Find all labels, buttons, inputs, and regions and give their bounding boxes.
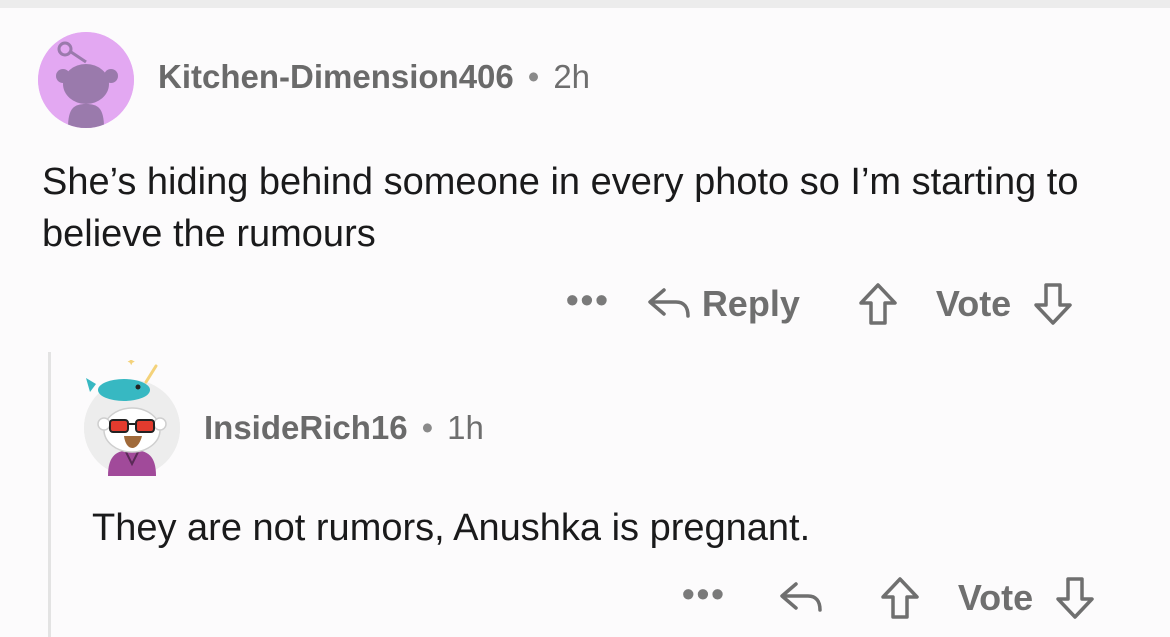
comment-time: 2h — [553, 58, 591, 95]
user-avatar[interactable] — [84, 360, 180, 476]
snoo-avatar-icon — [38, 32, 134, 128]
upvote-button[interactable] — [880, 576, 920, 620]
reply-arrow-icon — [648, 288, 690, 318]
comment-time: 1h — [447, 409, 484, 446]
vote-count: Vote — [957, 577, 1034, 618]
upvote-button[interactable] — [858, 282, 898, 326]
downvote-arrow-icon — [1034, 283, 1072, 325]
downvote-button[interactable] — [1033, 282, 1073, 326]
top-divider — [0, 0, 1170, 8]
username-link[interactable]: InsideRich16 — [204, 409, 408, 447]
reply-label: Reply — [701, 283, 800, 324]
meta-separator: • — [421, 409, 434, 446]
reply-arrow-icon — [780, 582, 822, 612]
comment-meta: Kitchen-Dimension406 • 2h — [158, 58, 590, 96]
upvote-arrow-icon — [881, 577, 919, 619]
thread-line[interactable] — [48, 352, 51, 637]
more-options-button[interactable]: ••• — [682, 576, 726, 612]
comment-actions: ••• Reply Vote — [566, 280, 1073, 328]
comment-actions: ••• Vote — [682, 574, 1095, 622]
reply-button[interactable]: Reply — [646, 283, 800, 325]
snoo-sunglasses-narwhal-avatar-icon — [84, 360, 180, 476]
upvote-arrow-icon — [859, 283, 897, 325]
downvote-button[interactable] — [1055, 576, 1095, 620]
comment-body: They are not rumors, Anushka is pregnant… — [92, 507, 811, 549]
user-avatar[interactable] — [38, 32, 134, 128]
username-link[interactable]: Kitchen-Dimension406 — [158, 58, 514, 96]
downvote-arrow-icon — [1056, 577, 1094, 619]
vote-count: Vote — [935, 283, 1012, 324]
comment-body: She’s hiding behind someone in every pho… — [42, 161, 1079, 255]
comment-meta: InsideRich16 • 1h — [204, 409, 484, 447]
more-options-button[interactable]: ••• — [566, 282, 610, 318]
reply-button[interactable] — [778, 578, 824, 618]
meta-separator: • — [527, 58, 540, 95]
